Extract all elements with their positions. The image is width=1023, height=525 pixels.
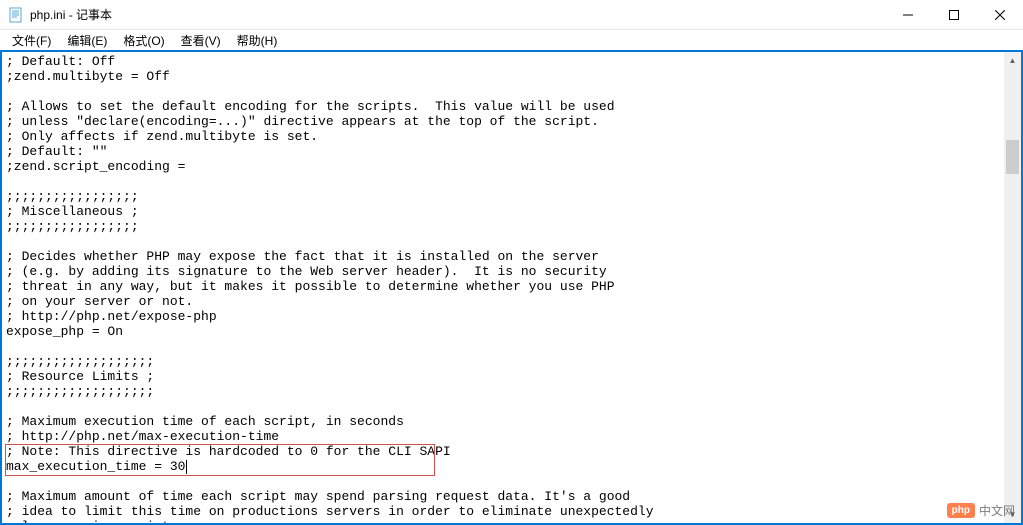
watermark: php 中文网 xyxy=(947,502,1015,519)
scroll-up-arrow-icon[interactable]: ▲ xyxy=(1004,52,1021,69)
vertical-scrollbar[interactable]: ▲ ▼ xyxy=(1004,52,1021,523)
menu-view[interactable]: 查看(V) xyxy=(173,30,229,51)
minimize-button[interactable] xyxy=(885,0,931,29)
watermark-badge: php xyxy=(947,503,975,518)
menu-help[interactable]: 帮助(H) xyxy=(229,30,286,51)
menu-edit[interactable]: 编辑(E) xyxy=(59,30,115,51)
titlebar: php.ini - 记事本 xyxy=(0,0,1023,30)
notepad-icon xyxy=(8,7,24,23)
window-title: php.ini - 记事本 xyxy=(30,6,885,23)
close-button[interactable] xyxy=(977,0,1023,29)
menu-format[interactable]: 格式(O) xyxy=(115,30,172,51)
scroll-thumb[interactable] xyxy=(1006,140,1019,174)
window-controls xyxy=(885,0,1023,29)
menu-file[interactable]: 文件(F) xyxy=(4,30,59,51)
maximize-button[interactable] xyxy=(931,0,977,29)
watermark-text: 中文网 xyxy=(979,502,1015,519)
content-area: ; Default: Off ;zend.multibyte = Off ; A… xyxy=(0,50,1023,525)
text-editor[interactable]: ; Default: Off ;zend.multibyte = Off ; A… xyxy=(2,52,1004,523)
menubar: 文件(F) 编辑(E) 格式(O) 查看(V) 帮助(H) xyxy=(0,30,1023,50)
